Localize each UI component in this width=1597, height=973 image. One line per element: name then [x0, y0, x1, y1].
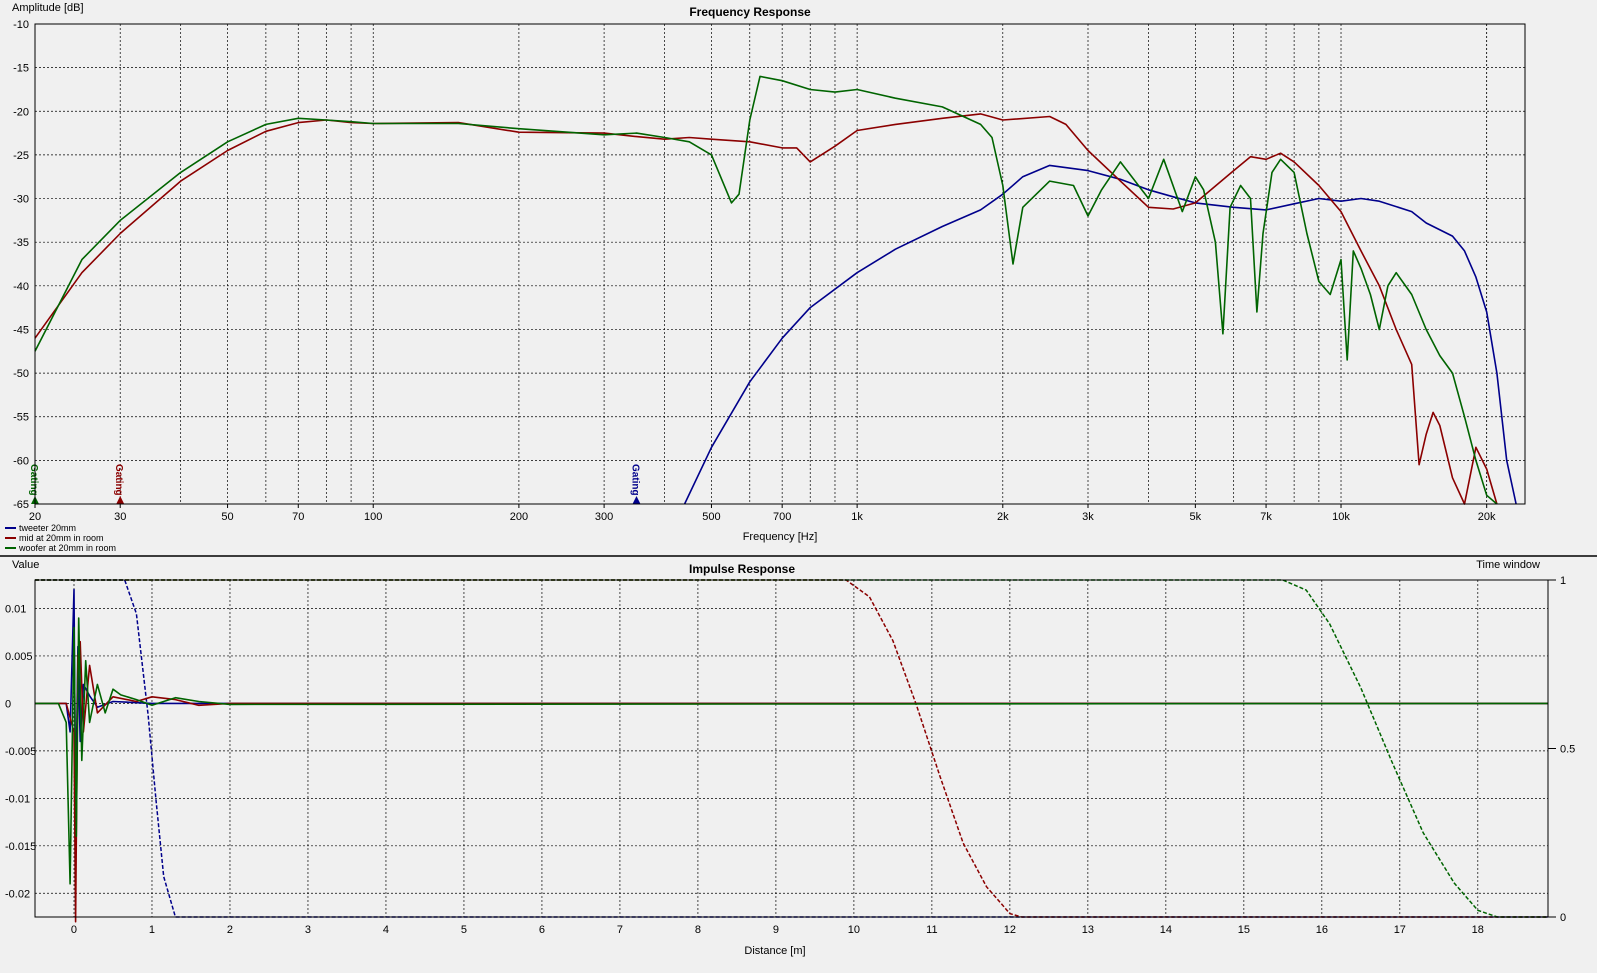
ir-y-tick-label: 0	[5, 698, 11, 710]
legend-label-tweeter: tweeter 20mm	[19, 523, 76, 533]
fr-x-tick-label: 700	[773, 511, 791, 523]
legend-label-mid: mid at 20mm in room	[19, 533, 104, 543]
ir-title: Impulse Response	[689, 562, 795, 576]
fr-x-tick-label: 200	[510, 511, 528, 523]
fr-y-tick-label: -55	[13, 412, 29, 424]
fr-x-tick-label: 50	[221, 511, 233, 523]
ir-x-axis-label: Distance [m]	[744, 945, 805, 957]
fr-x-tick-label: 500	[702, 511, 720, 523]
fr-x-tick-label: 20k	[1478, 511, 1496, 523]
ir-y2-tick-label: 0.5	[1560, 744, 1575, 756]
fr-x-tick-label: 1k	[851, 511, 863, 523]
ir-x-tick-label: 15	[1238, 924, 1250, 936]
fr-y-tick-label: -35	[13, 237, 29, 249]
fr-title: Frequency Response	[689, 5, 811, 19]
ir-y-axis-label: Value	[12, 559, 39, 571]
fr-x-tick-label: 5k	[1190, 511, 1202, 523]
chart-window: Frequency Response Amplitude [dB] Freque…	[0, 0, 1597, 968]
ir-x-tick-label: 3	[305, 924, 311, 936]
gating-marker-label: Gating	[113, 464, 124, 496]
ir-y-tick-label: -0.01	[5, 793, 30, 805]
ir-y2-tick-label: 1	[1560, 575, 1566, 587]
fr-x-tick-label: 100	[364, 511, 382, 523]
ir-x-tick-label: 6	[539, 924, 545, 936]
gating-marker-label: Gating	[28, 464, 39, 496]
fr-x-tick-label: 2k	[997, 511, 1009, 523]
fr-y-tick-label: -20	[13, 106, 29, 118]
ir-x-tick-label: 14	[1160, 924, 1172, 936]
ir-y-tick-label: -0.005	[5, 746, 36, 758]
fr-x-tick-label: 10k	[1332, 511, 1350, 523]
fr-x-tick-label: 20	[29, 511, 41, 523]
ir-x-tick-label: 13	[1082, 924, 1094, 936]
ir-y-tick-label: -0.015	[5, 841, 36, 853]
gating-marker-label: Gating	[629, 464, 640, 496]
fr-x-tick-label: 7k	[1260, 511, 1272, 523]
ir-x-tick-label: 4	[383, 924, 389, 936]
ir-x-tick-label: 10	[848, 924, 860, 936]
fr-y-tick-label: -65	[13, 499, 29, 511]
ir-x-tick-label: 12	[1004, 924, 1016, 936]
legend-label-woofer: woofer at 20mm in room	[18, 543, 116, 553]
ir-x-tick-label: 7	[617, 924, 623, 936]
ir-x-tick-label: 16	[1316, 924, 1328, 936]
charts-svg: Frequency Response Amplitude [dB] Freque…	[0, 0, 1597, 968]
fr-x-tick-label: 300	[595, 511, 613, 523]
fr-y-tick-label: -50	[13, 368, 29, 380]
fr-y-tick-label: -60	[13, 455, 29, 467]
ir-x-tick-label: 18	[1472, 924, 1484, 936]
fr-x-tick-label: 30	[114, 511, 126, 523]
fr-x-tick-label: 3k	[1082, 511, 1094, 523]
ir-x-tick-label: 2	[227, 924, 233, 936]
ir-y-tick-label: 0.005	[5, 651, 33, 663]
ir-x-tick-label: 8	[695, 924, 701, 936]
fr-y-tick-label: -45	[13, 324, 29, 336]
ir-y2-tick-label: 0	[1560, 912, 1566, 924]
fr-y-tick-label: -40	[13, 281, 29, 293]
ir-x-tick-label: 0	[71, 924, 77, 936]
ir-x-tick-label: 9	[773, 924, 779, 936]
ir-x-tick-label: 11	[926, 924, 937, 936]
fr-y-axis-label: Amplitude [dB]	[12, 2, 84, 14]
ir-x-tick-label: 1	[149, 924, 155, 936]
ir-y2-axis-label: Time window	[1476, 559, 1540, 571]
ir-y-tick-label: -0.02	[5, 888, 30, 900]
ir-x-tick-label: 17	[1394, 924, 1406, 936]
fr-y-tick-label: -10	[13, 19, 29, 31]
fr-y-tick-label: -15	[13, 63, 29, 75]
fr-y-tick-label: -30	[13, 194, 29, 206]
ir-y-tick-label: 0.01	[5, 603, 26, 615]
fr-x-axis-label: Frequency [Hz]	[743, 531, 818, 543]
fr-x-tick-label: 70	[292, 511, 304, 523]
fr-y-tick-label: -25	[13, 150, 29, 162]
ir-x-tick-label: 5	[461, 924, 467, 936]
